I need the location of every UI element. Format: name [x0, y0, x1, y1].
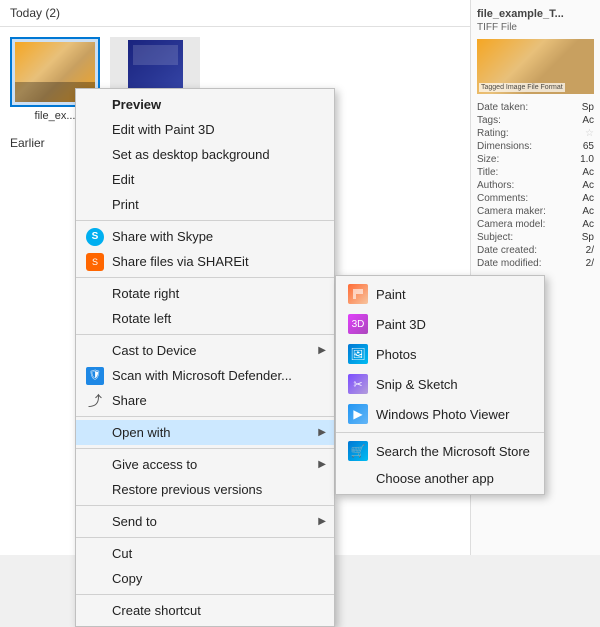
snip-icon: ✂ [348, 374, 368, 394]
menu-item-restore-versions[interactable]: Restore previous versions [76, 477, 334, 502]
send-to-label: Send to [112, 514, 157, 529]
prop-row-date-modified: Date modified: 2/ [477, 258, 594, 269]
menu-item-scan-defender[interactable]: 🛡 Scan with Microsoft Defender... [76, 363, 334, 388]
share-icon: ⤴ [86, 392, 104, 410]
menu-item-give-access[interactable]: Give access to ▶ [76, 452, 334, 477]
separator-6 [76, 505, 334, 506]
menu-item-send-to[interactable]: Send to ▶ [76, 509, 334, 534]
print-label: Print [112, 197, 139, 212]
rotate-right-label: Rotate right [112, 286, 179, 301]
give-access-label: Give access to [112, 457, 197, 472]
paint-label: Paint [376, 287, 406, 302]
share-skype-label: Share with Skype [112, 229, 213, 244]
context-menu: Preview Edit with Paint 3D Set as deskto… [75, 88, 335, 627]
menu-item-share-skype[interactable]: S Share with Skype [76, 224, 334, 249]
cut-label: Cut [112, 546, 132, 561]
prop-row-size: Size: 1.0 [477, 154, 594, 165]
submenu-item-store[interactable]: 🛒 Search the Microsoft Store [336, 436, 544, 466]
menu-item-edit-paint3d[interactable]: Edit with Paint 3D [76, 117, 334, 142]
submenu-item-snip[interactable]: ✂ Snip & Sketch [336, 369, 544, 399]
prop-row-comments: Comments: Ac [477, 193, 594, 204]
restore-versions-label: Restore previous versions [112, 482, 262, 497]
wpv-icon: ▶ [348, 404, 368, 424]
right-panel-title: file_example_T... [477, 8, 594, 20]
menu-item-create-shortcut[interactable]: Create shortcut [76, 598, 334, 623]
menu-item-rotate-left[interactable]: Rotate left [76, 306, 334, 331]
right-panel-preview [477, 39, 594, 94]
menu-item-preview[interactable]: Preview [76, 92, 334, 117]
prop-row-tags: Tags: Ac [477, 115, 594, 126]
separator-2 [76, 277, 334, 278]
prop-row-subject: Subject: Sp [477, 232, 594, 243]
store-label: Search the Microsoft Store [376, 444, 530, 459]
open-with-label: Open with [112, 425, 171, 440]
paint3d-label: Paint 3D [376, 317, 426, 332]
menu-item-set-desktop[interactable]: Set as desktop background [76, 142, 334, 167]
scan-defender-label: Scan with Microsoft Defender... [112, 368, 292, 383]
open-with-arrow-icon: ▶ [318, 427, 326, 438]
prop-row-date-created: Date created: 2/ [477, 245, 594, 256]
thumb-label-1: file_ex... [35, 110, 76, 122]
cast-arrow-icon: ▶ [318, 345, 326, 356]
skype-icon: S [86, 228, 104, 246]
photos-icon: 🖼 [348, 344, 368, 364]
prop-row-camera-maker: Camera maker: Ac [477, 206, 594, 217]
separator-8 [76, 594, 334, 595]
submenu-sep-1 [336, 432, 544, 433]
separator-7 [76, 537, 334, 538]
another-label: Choose another app [348, 471, 494, 486]
submenu-item-photos[interactable]: 🖼 Photos [336, 339, 544, 369]
separator-4 [76, 416, 334, 417]
separator-5 [76, 448, 334, 449]
photos-label: Photos [376, 347, 416, 362]
store-icon: 🛒 [348, 441, 368, 461]
paint-icon [348, 284, 368, 304]
separator-1 [76, 220, 334, 221]
separator-3 [76, 334, 334, 335]
prop-row-rating: Rating: ☆ [477, 128, 594, 139]
prop-row-title: Title: Ac [477, 167, 594, 178]
create-shortcut-label: Create shortcut [112, 603, 201, 618]
open-with-submenu: Paint 3D Paint 3D 🖼 Photos ✂ Snip & Sket… [335, 275, 545, 495]
edit-label: Edit [112, 172, 134, 187]
menu-item-print[interactable]: Print [76, 192, 334, 217]
prop-row-date-taken: Date taken: Sp [477, 102, 594, 113]
send-to-arrow-icon: ▶ [318, 516, 326, 527]
prop-row-dimensions: Dimensions: 65 [477, 141, 594, 152]
rotate-left-label: Rotate left [112, 311, 171, 326]
snip-label: Snip & Sketch [376, 377, 458, 392]
submenu-item-wpv[interactable]: ▶ Windows Photo Viewer [336, 399, 544, 429]
give-access-arrow-icon: ▶ [318, 459, 326, 470]
submenu-item-paint3d[interactable]: 3D Paint 3D [336, 309, 544, 339]
paint3d-icon: 3D [348, 314, 368, 334]
menu-item-copy[interactable]: Copy [76, 566, 334, 591]
right-panel-subtitle: TIFF File [477, 22, 594, 33]
submenu-item-paint[interactable]: Paint [336, 279, 544, 309]
earlier-label: Earlier [10, 136, 45, 150]
preview-label: Preview [112, 97, 161, 112]
shareit-icon: S [86, 253, 104, 271]
menu-item-cut[interactable]: Cut [76, 541, 334, 566]
menu-item-open-with[interactable]: Open with ▶ [76, 420, 334, 445]
prop-row-camera-model: Camera model: Ac [477, 219, 594, 230]
set-desktop-label: Set as desktop background [112, 147, 270, 162]
cast-label: Cast to Device [112, 343, 197, 358]
menu-item-edit[interactable]: Edit [76, 167, 334, 192]
submenu-item-another[interactable]: Choose another app [336, 466, 544, 491]
prop-row-authors: Authors: Ac [477, 180, 594, 191]
copy-label: Copy [112, 571, 142, 586]
menu-item-rotate-right[interactable]: Rotate right [76, 281, 334, 306]
menu-item-cast[interactable]: Cast to Device ▶ [76, 338, 334, 363]
today-label: Today (2) [10, 6, 60, 20]
share-shareit-label: Share files via SHAREit [112, 254, 249, 269]
share-label: Share [112, 393, 147, 408]
wpv-label: Windows Photo Viewer [376, 407, 509, 422]
edit-paint3d-label: Edit with Paint 3D [112, 122, 215, 137]
menu-item-share-shareit[interactable]: S Share files via SHAREit [76, 249, 334, 274]
properties-list: Date taken: Sp Tags: Ac Rating: ☆ Dimens… [477, 102, 594, 269]
explorer-header: Today (2) [0, 0, 470, 27]
defender-icon: 🛡 [86, 367, 104, 385]
menu-item-share[interactable]: ⤴ Share [76, 388, 334, 413]
